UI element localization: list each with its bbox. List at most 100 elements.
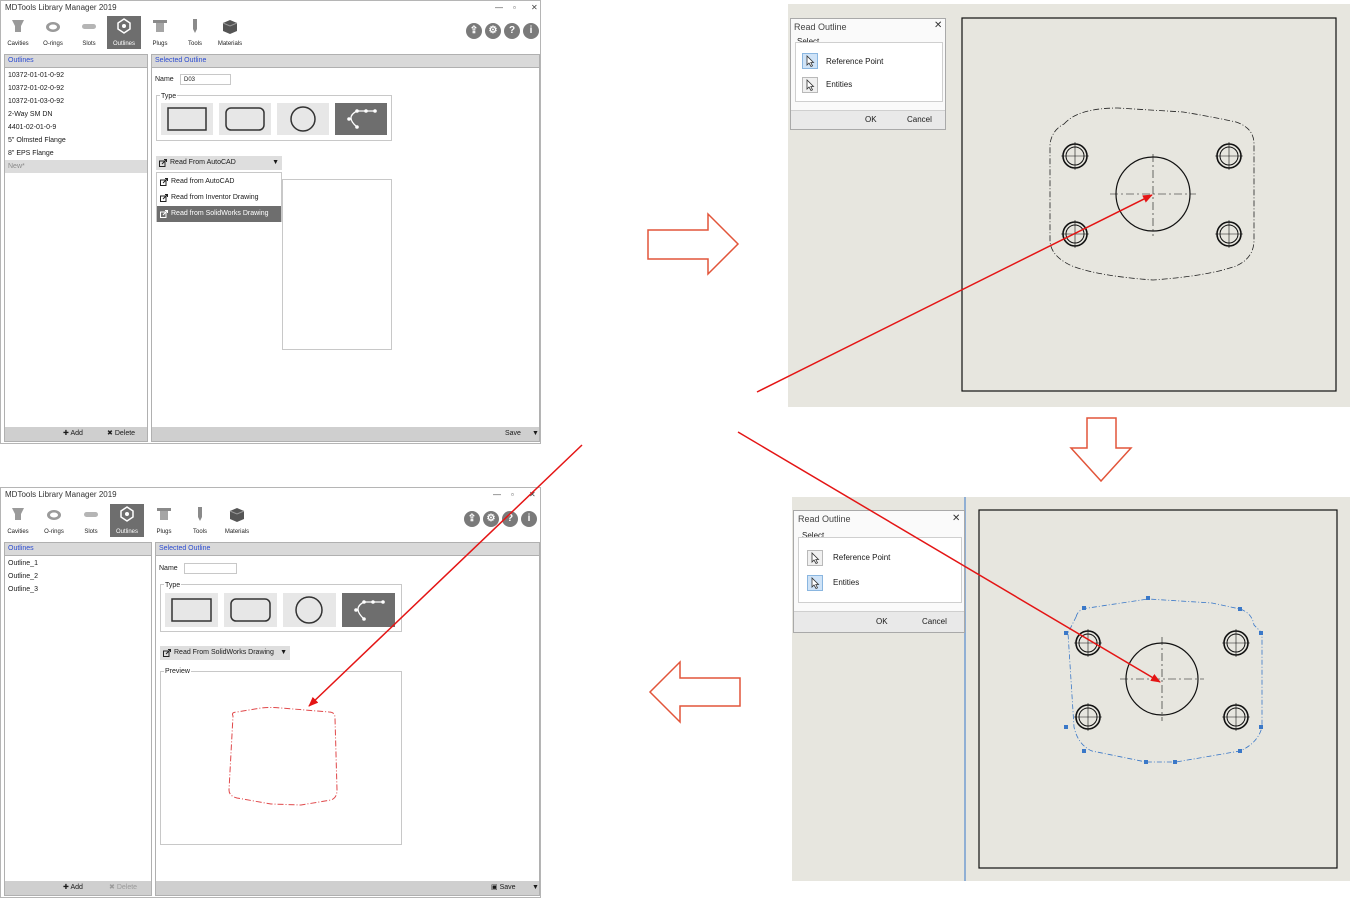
import-arrow-icon	[160, 194, 168, 202]
list-item-selected[interactable]: New*	[5, 160, 147, 173]
option-entities[interactable]: Entities	[826, 80, 852, 89]
list-item[interactable]: 8" EPS Flange	[5, 147, 147, 160]
pointer-icon[interactable]	[807, 575, 823, 591]
pointer-icon[interactable]	[802, 77, 818, 93]
delete-button[interactable]: ✖ Delete	[109, 881, 137, 895]
option-reference-point[interactable]: Reference Point	[826, 57, 883, 66]
menu-item-inventor[interactable]: Read from Inventor Drawing	[157, 190, 281, 206]
o-ring-icon	[47, 510, 61, 520]
tab-materials[interactable]: Materials	[220, 504, 254, 537]
tab-o-rings[interactable]: O-rings	[36, 16, 70, 49]
list-item[interactable]: 2-Way SM DN	[5, 108, 147, 121]
tab-cavities[interactable]: Cavities	[1, 16, 35, 49]
name-field[interactable]	[184, 563, 237, 574]
add-button[interactable]: ✚ Add	[63, 881, 83, 895]
tab-plugs[interactable]: Plugs	[143, 16, 177, 49]
material-block-icon	[229, 508, 245, 522]
tab-cavities[interactable]: Cavities	[1, 504, 35, 537]
cancel-button[interactable]: Cancel	[922, 617, 947, 626]
list-item[interactable]: Outline_2	[5, 570, 151, 583]
name-field[interactable]: D03	[180, 74, 231, 85]
read-source-dropdown[interactable]: Read From AutoCAD ▼	[156, 156, 282, 170]
info-icon[interactable]: i	[521, 511, 537, 527]
minimize-button[interactable]: —	[495, 1, 503, 15]
pointer-icon[interactable]	[807, 550, 823, 566]
list-item[interactable]: Outline_3	[5, 583, 151, 596]
pointer-icon[interactable]	[802, 53, 818, 69]
outline-icon	[117, 18, 131, 34]
chevron-down-icon[interactable]: ▼	[532, 881, 539, 895]
maximize-button[interactable]: ▫	[513, 1, 516, 15]
tab-o-rings[interactable]: O-rings	[37, 504, 71, 537]
polyline-icon	[347, 109, 377, 129]
list-item[interactable]: 5" Olmsted Flange	[5, 134, 147, 147]
close-button[interactable]: ✕	[529, 488, 536, 502]
close-button[interactable]: ✕	[531, 1, 538, 15]
save-button[interactable]: Save	[505, 427, 521, 441]
delete-button[interactable]: ✖ Delete	[107, 427, 135, 441]
type-label: Type	[160, 93, 178, 100]
chevron-down-icon[interactable]: ▼	[532, 427, 539, 441]
help-icon[interactable]: ?	[504, 23, 520, 39]
type-polyline-button[interactable]	[335, 103, 387, 135]
selected-outline-footer: Save ▼	[152, 427, 539, 441]
tab-tools[interactable]: Tools	[183, 504, 217, 537]
dialog-footer: OK Cancel	[791, 110, 945, 129]
close-icon[interactable]: ✕	[934, 20, 942, 31]
gear-icon[interactable]: ⚙	[485, 23, 501, 39]
read-source-dropdown[interactable]: Read From SolidWorks Drawing ▼	[160, 646, 290, 660]
tab-label: Plugs	[156, 529, 172, 535]
tab-outlines[interactable]: Outlines	[110, 504, 144, 537]
window-title: MDTools Library Manager 2019	[5, 3, 117, 12]
toolbar: Cavities O-rings Slots Outlines Plugs To…	[1, 16, 540, 49]
outlines-panel: Outlines Outline_1 Outline_2 Outline_3 ✚…	[4, 542, 152, 896]
ok-button[interactable]: OK	[876, 617, 888, 626]
plug-icon	[157, 508, 171, 520]
type-circle-button[interactable]	[283, 593, 336, 627]
menu-item-autocad[interactable]: Read from AutoCAD	[157, 174, 281, 190]
tab-slots[interactable]: Slots	[72, 16, 106, 49]
dialog-footer: OK Cancel	[794, 611, 964, 632]
type-rounded-rectangle-button[interactable]	[224, 593, 277, 627]
close-icon[interactable]: ✕	[952, 513, 960, 524]
list-item[interactable]: 4401-02-01-0-9	[5, 121, 147, 134]
type-polyline-button[interactable]	[342, 593, 395, 627]
preview-outline-shape	[228, 707, 338, 806]
flow-arrow-right	[647, 212, 740, 276]
maximize-button[interactable]: ▫	[511, 488, 514, 502]
dropdown-value: Read From AutoCAD	[170, 159, 236, 166]
minimize-button[interactable]: —	[493, 488, 501, 502]
save-button[interactable]: ▣ Save	[491, 881, 516, 895]
type-circle-button[interactable]	[277, 103, 329, 135]
tab-plugs[interactable]: Plugs	[147, 504, 181, 537]
option-reference-point[interactable]: Reference Point	[833, 553, 890, 562]
circle-icon	[290, 106, 316, 132]
add-button[interactable]: ✚ Add	[63, 427, 83, 441]
info-icon[interactable]: i	[523, 23, 539, 39]
import-icon[interactable]: ⇪	[466, 23, 482, 39]
gear-icon[interactable]: ⚙	[483, 511, 499, 527]
type-rounded-rectangle-button[interactable]	[219, 103, 271, 135]
tab-label: Outlines	[115, 529, 138, 535]
import-icon[interactable]: ⇪	[464, 511, 480, 527]
tab-materials[interactable]: Materials	[213, 16, 247, 49]
tab-slots[interactable]: Slots	[74, 504, 108, 537]
outline-icon	[120, 506, 134, 522]
type-rectangle-button[interactable]	[165, 593, 218, 627]
cancel-button[interactable]: Cancel	[907, 115, 932, 124]
menu-item-label: Read from SolidWorks Drawing	[171, 210, 269, 217]
menu-item-label: Read from AutoCAD	[171, 178, 235, 185]
option-entities[interactable]: Entities	[833, 578, 859, 587]
list-item[interactable]: Outline_1	[5, 557, 151, 570]
toolbar: Cavities O-rings Slots Outlines Plugs To…	[1, 504, 540, 537]
tab-outlines[interactable]: Outlines	[107, 16, 141, 49]
ok-button[interactable]: OK	[865, 115, 877, 124]
list-item[interactable]: 10372-01-03-0-92	[5, 95, 147, 108]
type-rectangle-button[interactable]	[161, 103, 213, 135]
list-item[interactable]: 10372-01-02-0-92	[5, 82, 147, 95]
chevron-down-icon: ▼	[272, 159, 279, 166]
help-icon[interactable]: ?	[502, 511, 518, 527]
list-item[interactable]: 10372-01-01-0-92	[5, 69, 147, 82]
menu-item-solidworks[interactable]: Read from SolidWorks Drawing	[157, 206, 281, 222]
tab-tools[interactable]: Tools	[178, 16, 212, 49]
